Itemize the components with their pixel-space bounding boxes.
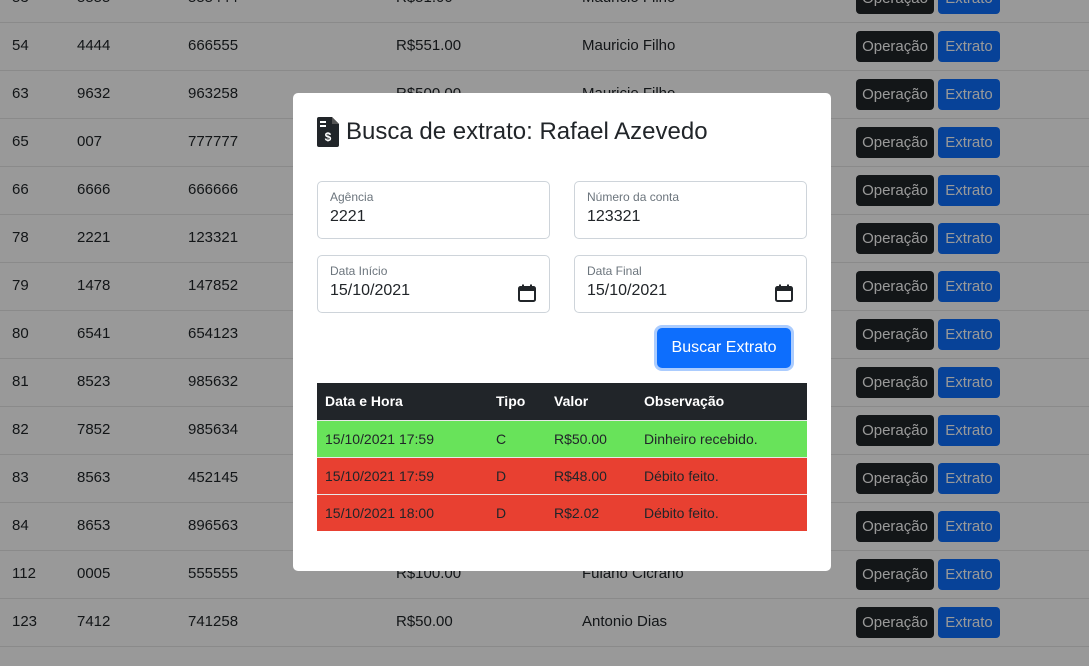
agencia-field[interactable]: Agência 2221 (317, 181, 550, 239)
data-inicio-label: Data Início (330, 264, 388, 278)
cell-valor: R$50.00 (546, 419, 636, 457)
file-invoice-dollar-icon: $ (317, 117, 339, 147)
svg-text:$: $ (325, 130, 332, 144)
cell-data: 15/10/2021 17:59 (317, 456, 488, 494)
conta-input[interactable]: 123321 (587, 208, 767, 226)
header-observacao: Observação (636, 383, 807, 420)
header-data-hora: Data e Hora (317, 383, 488, 420)
cell-tipo: D (488, 493, 546, 531)
cell-tipo: C (488, 419, 546, 457)
extrato-row: 15/10/2021 17:59 C R$50.00 Dinheiro rece… (317, 419, 807, 457)
cell-valor: R$2.02 (546, 493, 636, 531)
header-tipo: Tipo (488, 383, 546, 420)
conta-field[interactable]: Número da conta 123321 (574, 181, 807, 239)
extrato-modal: $ Busca de extrato: Rafael Azevedo Agênc… (293, 93, 831, 571)
extrato-row: 15/10/2021 18:00 D R$2.02 Débito feito. (317, 493, 807, 531)
agencia-input[interactable]: 2221 (330, 208, 510, 226)
calendar-icon[interactable] (518, 284, 536, 302)
data-final-input[interactable]: 15/10/2021 (587, 282, 767, 300)
modal-title-text: Busca de extrato: Rafael Azevedo (346, 118, 708, 145)
data-inicio-input[interactable]: 15/10/2021 (330, 282, 510, 300)
data-final-label: Data Final (587, 264, 642, 278)
extrato-row: 15/10/2021 17:59 D R$48.00 Débito feito. (317, 456, 807, 494)
calendar-icon[interactable] (775, 284, 793, 302)
cell-obs: Débito feito. (636, 493, 807, 531)
cell-valor: R$48.00 (546, 456, 636, 494)
data-inicio-field[interactable]: Data Início 15/10/2021 (317, 255, 550, 313)
cell-obs: Débito feito. (636, 456, 807, 494)
modal-title: $ Busca de extrato: Rafael Azevedo (317, 115, 708, 149)
extrato-header-row: Data e Hora Tipo Valor Observação (317, 383, 807, 420)
conta-label: Número da conta (587, 190, 680, 204)
data-final-field[interactable]: Data Final 15/10/2021 (574, 255, 807, 313)
buscar-extrato-button[interactable]: Buscar Extrato (657, 328, 791, 368)
cell-data: 15/10/2021 18:00 (317, 493, 488, 531)
cell-tipo: D (488, 456, 546, 494)
header-valor: Valor (546, 383, 636, 420)
cell-obs: Dinheiro recebido. (636, 419, 807, 457)
cell-data: 15/10/2021 17:59 (317, 419, 488, 457)
agencia-label: Agência (330, 190, 374, 204)
extrato-table: Data e Hora Tipo Valor Observação 15/10/… (317, 383, 807, 531)
